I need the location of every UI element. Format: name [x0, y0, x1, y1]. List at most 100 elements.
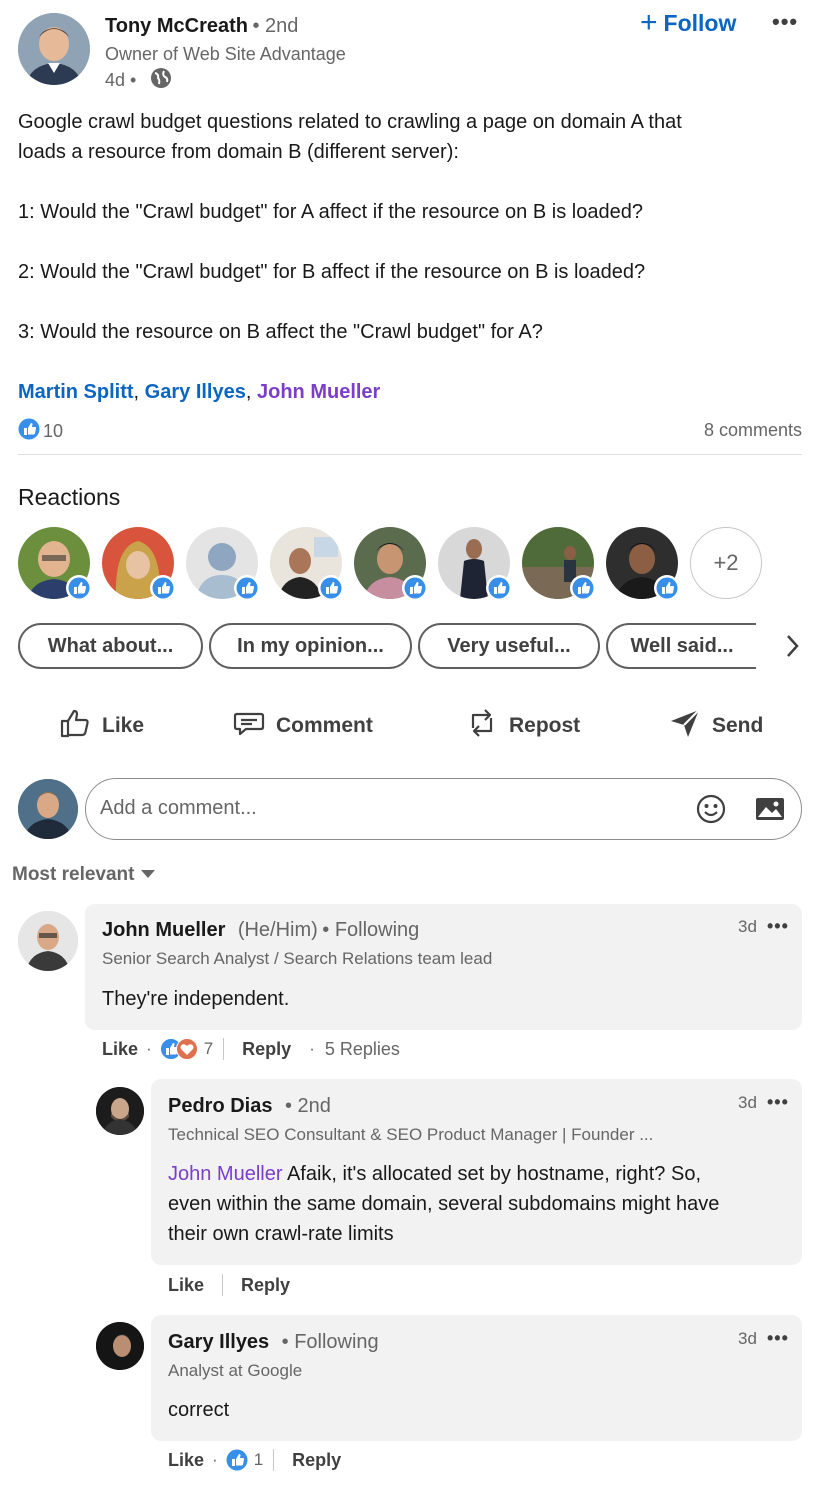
author-degree: • 2nd — [252, 15, 299, 37]
post-line: Google crawl budget questions related to… — [18, 111, 682, 133]
reply-text: John Mueller Afaik, it's allocated set b… — [168, 1163, 720, 1245]
repost-button[interactable]: Repost — [465, 703, 580, 749]
comments-count-link[interactable]: 8 comments — [704, 420, 802, 441]
reply-time: 3d — [738, 1329, 757, 1348]
replier-relation: • 2nd — [284, 1095, 331, 1117]
post-mentions: Martin Splitt, Gary Illyes, John Mueller — [18, 381, 381, 403]
reply-bubble: Pedro Dias • 2nd Technical SEO Consultan… — [151, 1079, 802, 1265]
like-badge-icon — [654, 575, 680, 601]
author-avatar[interactable] — [18, 13, 90, 85]
globe-icon — [150, 67, 172, 94]
comment-input-placeholder: Add a comment... — [100, 797, 257, 819]
like-badge-icon — [66, 575, 92, 601]
like-badge-icon — [486, 575, 512, 601]
separator-dot: · — [212, 1450, 218, 1469]
emoji-icon[interactable] — [695, 793, 727, 830]
like-badge-icon — [402, 575, 428, 601]
separator-dot: · — [146, 1039, 152, 1058]
comment-bubble: John Mueller (He/Him) • Following Senior… — [85, 904, 802, 1030]
mention-gary-illyes[interactable]: Gary Illyes — [145, 381, 246, 403]
reply-more-options-button[interactable]: ••• — [767, 1092, 789, 1113]
commenter-pronouns: (He/Him) — [237, 919, 318, 941]
reply-time: 3d — [738, 1093, 757, 1112]
reaction-summary[interactable]: 10 — [18, 418, 63, 445]
follow-button[interactable]: + Follow — [640, 8, 736, 38]
author-photo — [18, 13, 90, 85]
reactor-avatar[interactable] — [102, 527, 176, 601]
post-more-options-button[interactable]: ••• — [772, 9, 798, 35]
comment-more-options-button[interactable]: ••• — [767, 916, 789, 937]
comment-button[interactable]: Comment — [232, 703, 373, 749]
reactor-avatar[interactable] — [438, 527, 512, 601]
reactions-heading: Reactions — [18, 484, 121, 510]
replier-headline: Analyst at Google — [168, 1361, 303, 1380]
reply-reply-button[interactable]: Reply — [292, 1450, 341, 1471]
reaction-count: 10 — [43, 421, 64, 441]
replier-name[interactable]: Pedro Dias — [168, 1095, 272, 1117]
comment-time: 3d — [738, 917, 757, 936]
reply-more-options-button[interactable]: ••• — [767, 1328, 789, 1349]
commenter-avatar[interactable] — [18, 911, 78, 971]
post-line: 2: Would the "Crawl budget" for B affect… — [18, 261, 646, 283]
send-icon — [668, 706, 702, 746]
divider — [273, 1449, 275, 1471]
mention-martin-splitt[interactable]: Martin Splitt — [18, 381, 134, 403]
reactor-avatar[interactable] — [186, 527, 260, 601]
like-reaction-icon — [226, 1449, 248, 1471]
replier-avatar[interactable] — [96, 1087, 144, 1135]
like-badge-icon — [318, 575, 344, 601]
commenter-name[interactable]: John Mueller — [102, 919, 225, 941]
sort-dropdown[interactable]: Most relevant — [12, 864, 156, 886]
comment-like-button[interactable]: Like — [102, 1039, 138, 1060]
suggestion-pill[interactable]: What about... — [18, 623, 203, 669]
reactor-avatar[interactable] — [606, 527, 680, 601]
reply-like-button[interactable]: Like — [168, 1450, 204, 1471]
comment-text: They're independent. — [102, 988, 290, 1010]
author-name[interactable]: Tony McCreath — [105, 15, 248, 37]
reply-like-button[interactable]: Like — [168, 1275, 204, 1296]
reactor-avatar[interactable] — [270, 527, 344, 601]
chevron-right-icon[interactable] — [782, 632, 802, 665]
reactor-avatar[interactable] — [354, 527, 428, 601]
divider — [223, 1038, 225, 1060]
post-line: loads a resource from domain B (differen… — [18, 141, 459, 163]
mention-john-mueller[interactable]: John Mueller — [257, 381, 380, 403]
post-body: Google crawl budget questions related to… — [18, 107, 808, 347]
like-badge-icon — [570, 575, 596, 601]
post-time: 4d • — [105, 70, 137, 90]
view-replies-link[interactable]: 5 Replies — [325, 1039, 400, 1060]
like-badge-icon — [150, 575, 176, 601]
repost-icon — [465, 706, 499, 746]
divider — [18, 454, 802, 455]
replier-avatar[interactable] — [96, 1322, 144, 1370]
replier-relation: • Following — [281, 1331, 379, 1353]
reply-reaction-count[interactable]: 1 — [254, 1450, 263, 1470]
divider — [222, 1274, 224, 1296]
commenter-relation: • Following — [322, 919, 420, 941]
comment-reaction-count[interactable]: 7 — [204, 1039, 213, 1059]
like-badge-icon — [234, 575, 260, 601]
comment-input[interactable]: Add a comment... — [85, 778, 802, 840]
thumbs-up-icon — [58, 706, 92, 746]
suggestion-pill[interactable]: In my opinion... — [209, 623, 412, 669]
comment-icon — [232, 706, 266, 746]
suggestion-pill[interactable]: Well said... — [606, 623, 756, 669]
comment-reply-button[interactable]: Reply — [242, 1039, 291, 1060]
separator-dot: · — [309, 1039, 315, 1058]
plus-icon: + — [640, 6, 658, 39]
reply-reply-button[interactable]: Reply — [241, 1275, 290, 1296]
viewer-avatar — [18, 779, 78, 839]
reactor-avatar[interactable] — [18, 527, 92, 601]
like-reaction-icon — [18, 418, 40, 445]
reply-mention-john-mueller[interactable]: John Mueller — [168, 1163, 283, 1185]
reactor-avatar[interactable] — [522, 527, 596, 601]
like-button[interactable]: Like — [58, 703, 144, 749]
reply-bubble: Gary Illyes • Following Analyst at Googl… — [151, 1315, 802, 1441]
replier-name[interactable]: Gary Illyes — [168, 1331, 269, 1353]
caret-down-icon — [140, 864, 156, 886]
send-button[interactable]: Send — [668, 703, 763, 749]
replier-headline: Technical SEO Consultant & SEO Product M… — [168, 1125, 654, 1144]
more-reactors-button[interactable]: +2 — [690, 527, 762, 599]
suggestion-pill[interactable]: Very useful... — [418, 623, 600, 669]
image-icon[interactable] — [754, 793, 786, 830]
